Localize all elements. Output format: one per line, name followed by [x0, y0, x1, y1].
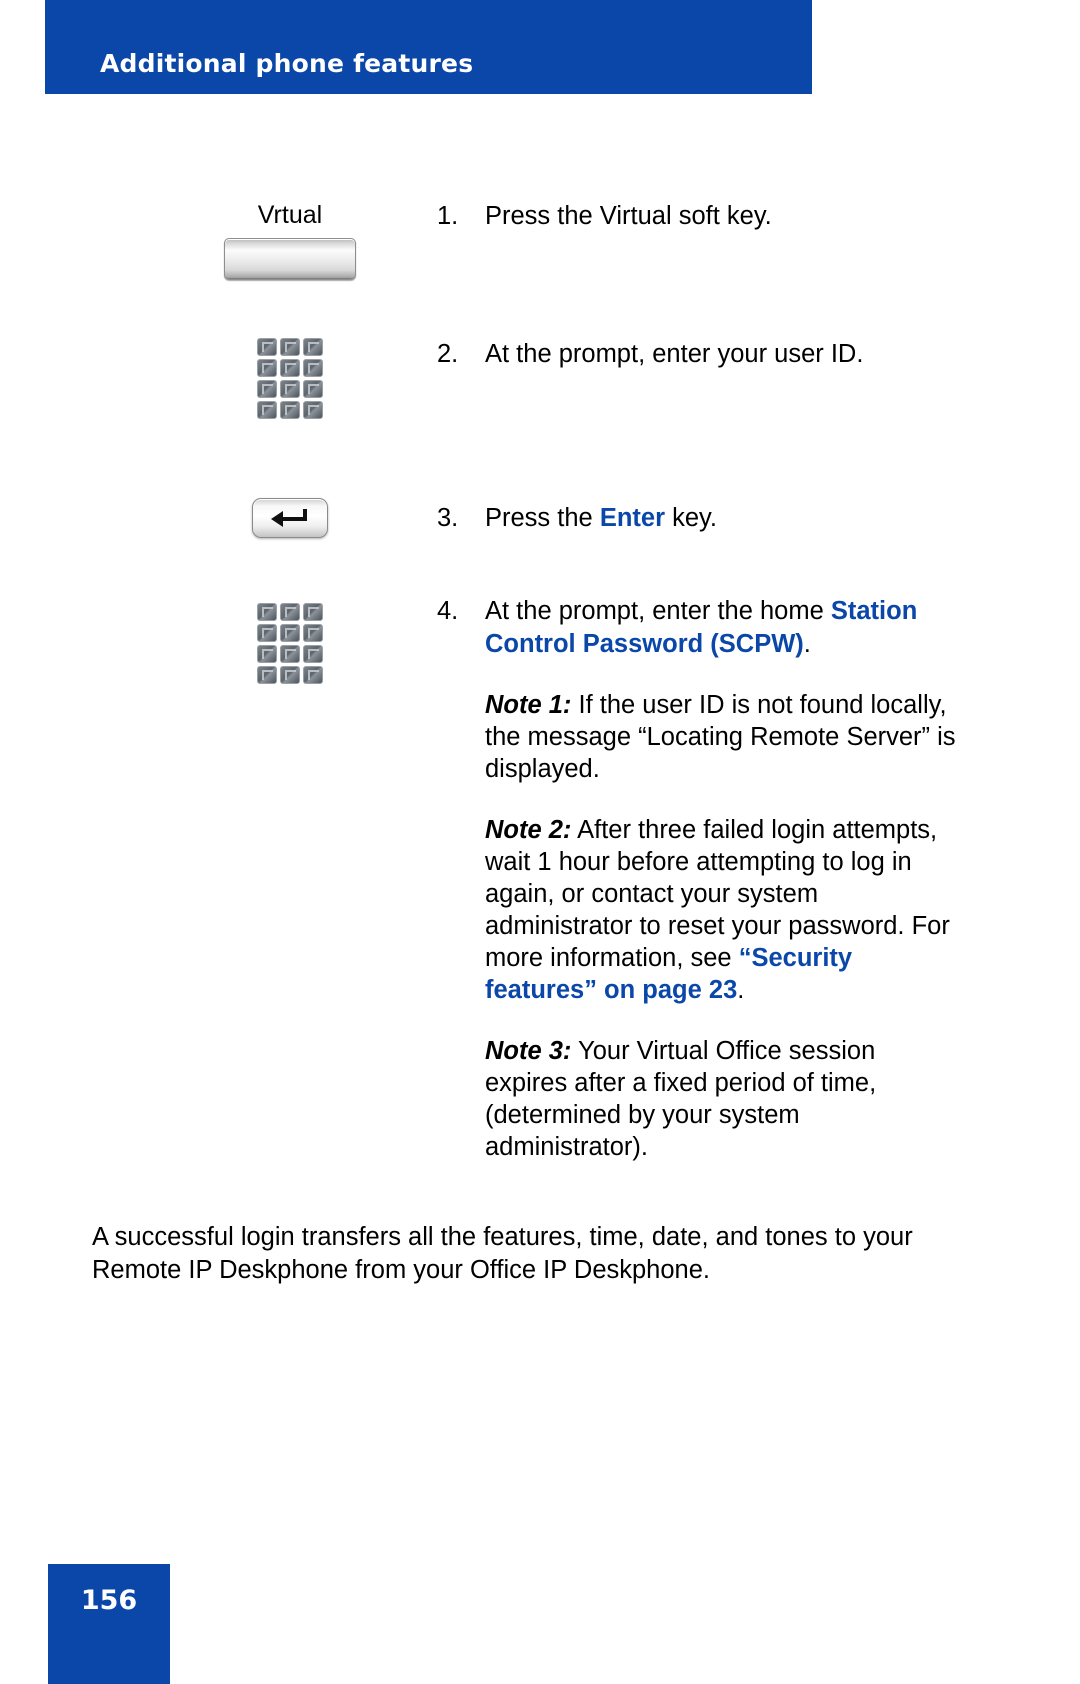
- note-label: Note 2:: [485, 816, 572, 844]
- step-number: 1.: [437, 202, 459, 230]
- keypad-key: [280, 359, 300, 377]
- step-text-cell: 3. Press the Enter key.: [437, 502, 957, 535]
- note-block: Note 2: After three failed login attempt…: [437, 814, 957, 1006]
- step-line: 2. At the prompt, enter your user ID.: [437, 338, 957, 371]
- keypad-key: [257, 359, 277, 377]
- keypad-key: [280, 603, 300, 621]
- keypad-key: [257, 338, 277, 356]
- keypad-key: [280, 645, 300, 663]
- keypad-key: [280, 666, 300, 684]
- step-icon-cell: [175, 603, 405, 684]
- step-text-prefix: Press the: [485, 504, 600, 532]
- page-title: Additional phone features: [100, 49, 474, 78]
- step-line: 1. Press the Virtual soft key.: [437, 200, 957, 233]
- step-text-suffix: key.: [665, 504, 717, 532]
- keypad-key: [257, 603, 277, 621]
- step-text: Press the Virtual soft key.: [485, 202, 772, 230]
- page-header-band: Additional phone features: [45, 0, 812, 94]
- note-block: Note 1: If the user ID is not found loca…: [437, 689, 957, 785]
- step-row: Vrtual 1. Press the Virtual soft key.: [0, 200, 1080, 360]
- dialpad-keypad-icon[interactable]: [257, 603, 323, 684]
- keypad-key: [303, 380, 323, 398]
- step-number: 4.: [437, 597, 459, 625]
- dialpad-keypad-icon[interactable]: [257, 338, 323, 419]
- keypad-key: [303, 645, 323, 663]
- keypad-key: [280, 401, 300, 419]
- softkey-label: Vrtual: [257, 201, 323, 229]
- keypad-key: [280, 380, 300, 398]
- keypad-key: [280, 338, 300, 356]
- note-block: Note 3: Your Virtual Office session expi…: [437, 1035, 957, 1163]
- step-row: 4. At the prompt, enter the home Station …: [0, 595, 1080, 1161]
- keypad-key: [257, 624, 277, 642]
- keypad-key: [257, 401, 277, 419]
- keypad-key: [303, 401, 323, 419]
- keypad-key: [257, 645, 277, 663]
- procedure-steps: Vrtual 1. Press the Virtual soft key. 2.…: [0, 200, 1080, 1161]
- step-line: 4. At the prompt, enter the home Station …: [437, 595, 957, 661]
- step-row: 2. At the prompt, enter your user ID.: [0, 338, 1080, 493]
- step-icon-cell: [175, 338, 405, 419]
- keypad-key: [280, 624, 300, 642]
- note-body-tail: .: [737, 976, 745, 1004]
- step-number: 2.: [437, 340, 459, 368]
- note-label: Note 3:: [485, 1037, 572, 1065]
- softkey-button-icon[interactable]: [224, 238, 356, 280]
- keypad-key: [303, 359, 323, 377]
- step-text-suffix: .: [803, 630, 811, 658]
- keypad-key: [257, 380, 277, 398]
- summary-paragraph: A successful login transfers all the fea…: [92, 1223, 913, 1284]
- step-icon-cell: Vrtual: [175, 200, 405, 280]
- step-text-accent: Enter: [599, 504, 665, 532]
- step-text-cell: 2. At the prompt, enter your user ID.: [437, 338, 957, 371]
- step-number: 3.: [437, 504, 459, 532]
- step-text: At the prompt, enter your user ID.: [485, 340, 864, 368]
- keypad-key: [303, 338, 323, 356]
- keypad-key: [257, 666, 277, 684]
- step-text-cell: 1. Press the Virtual soft key.: [437, 200, 957, 233]
- keypad-key: [303, 624, 323, 642]
- keypad-key: [303, 603, 323, 621]
- step-text-cell: 4. At the prompt, enter the home Station …: [437, 595, 957, 1163]
- page-number: 156: [80, 1585, 138, 1616]
- step-line: 3. Press the Enter key.: [437, 502, 957, 535]
- note-label: Note 1:: [485, 691, 572, 719]
- page-footer-band: 156: [48, 1564, 170, 1684]
- step-row: 3. Press the Enter key.: [0, 493, 1080, 595]
- enter-key-icon[interactable]: [252, 498, 328, 538]
- step-text-prefix: At the prompt, enter the home: [485, 597, 831, 625]
- keypad-key: [303, 666, 323, 684]
- step-icon-cell: [175, 498, 405, 538]
